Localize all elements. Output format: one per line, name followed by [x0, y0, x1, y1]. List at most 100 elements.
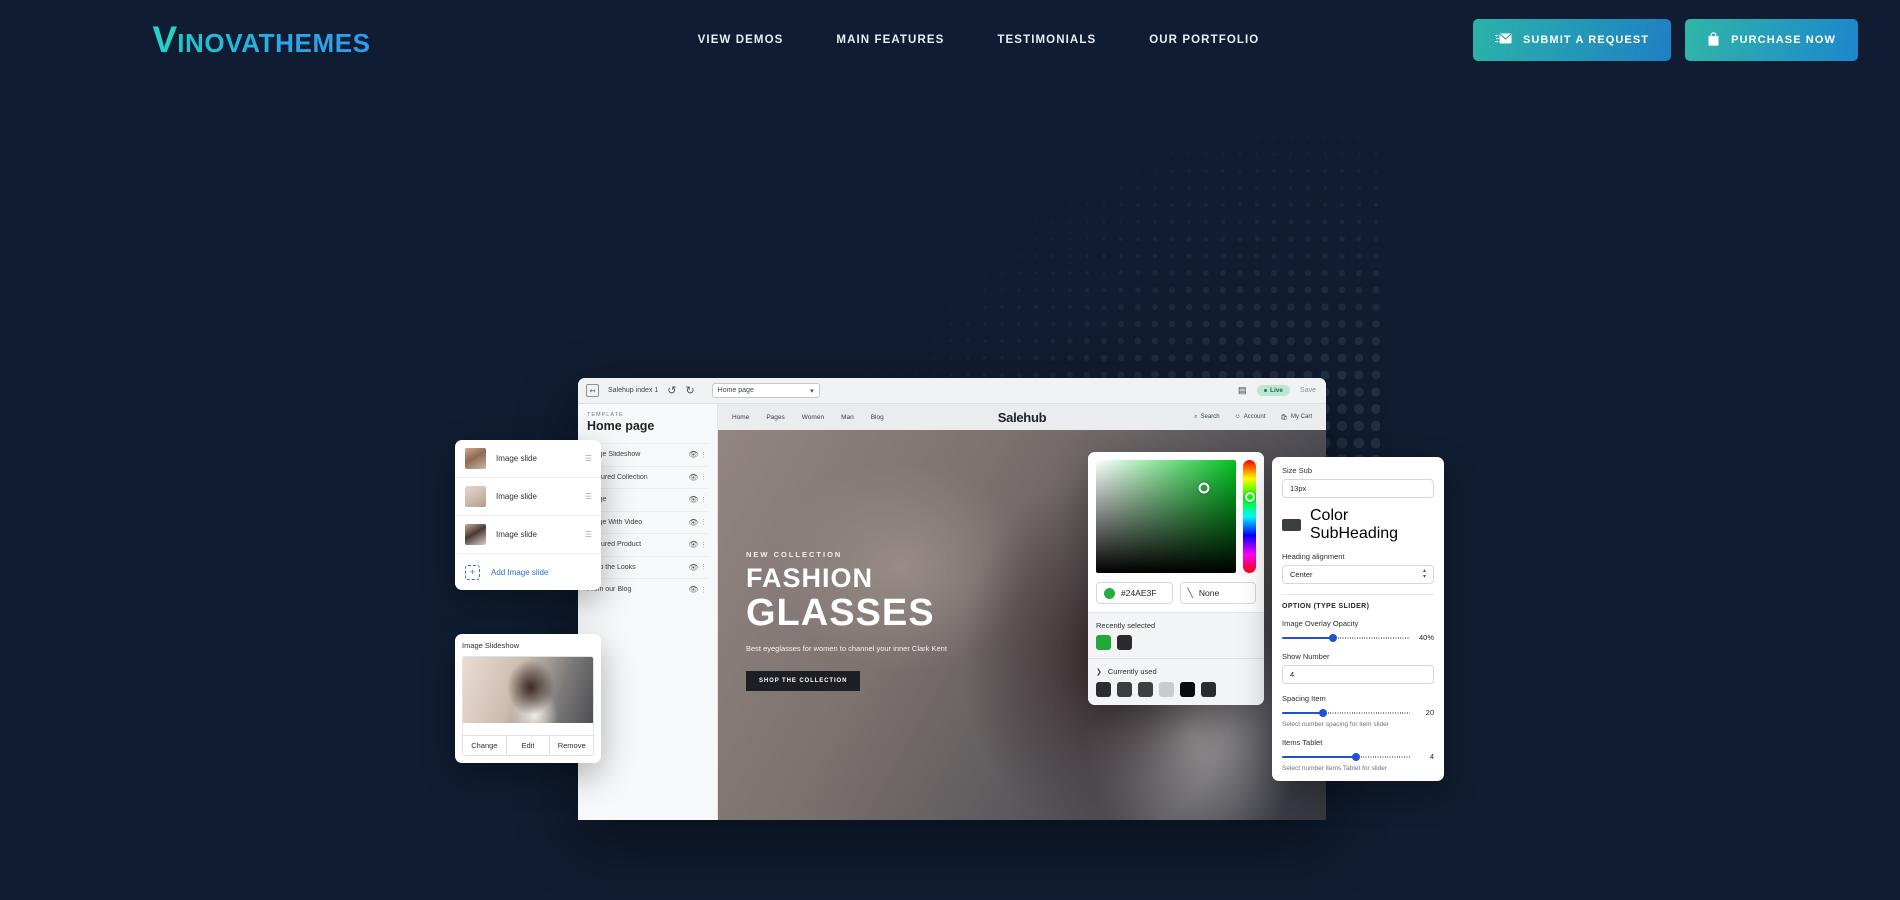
submit-request-button[interactable]: SUBMIT A REQUEST	[1472, 19, 1672, 61]
layer-row[interactable]: Image👁⋮	[587, 488, 708, 511]
save-button[interactable]: Save	[1300, 387, 1316, 394]
exit-icon[interactable]: ↤	[586, 384, 599, 397]
image-slide-row[interactable]: Image slide ☰	[455, 440, 601, 478]
drag-handle-icon[interactable]: ⋮	[699, 563, 708, 571]
storefront-action[interactable]: ☺ Account	[1235, 414, 1266, 420]
storefront-nav-item[interactable]: Home	[732, 414, 749, 421]
hero-cta-button[interactable]: SHOP THE COLLECTION	[746, 671, 861, 691]
eye-icon[interactable]: 👁	[688, 540, 699, 549]
size-sub-input[interactable]: 13px	[1282, 479, 1434, 498]
edit-button[interactable]: Edit	[507, 736, 551, 755]
layer-row[interactable]: Image Slideshow 👁 ⋮	[587, 443, 708, 466]
spacing-knob[interactable]	[1318, 708, 1327, 717]
page-select-dropdown[interactable]: Home page ▾	[711, 383, 820, 398]
used-color-swatch[interactable]	[1096, 682, 1111, 697]
eye-icon[interactable]: 👁	[688, 450, 699, 459]
currently-used-swatches	[1096, 682, 1256, 697]
image-overlay-opacity-slider[interactable]: 40%	[1282, 633, 1434, 642]
layer-row[interactable]: Shop the Looks 👁 ⋮	[587, 555, 708, 579]
drag-handle-icon[interactable]: ⋮	[699, 518, 708, 526]
layer-name: Featured Collection	[587, 473, 648, 481]
storefront-nav-item[interactable]: Man	[841, 414, 854, 421]
recent-color-swatch[interactable]	[1096, 635, 1111, 650]
storefront-action[interactable]: 🛍 My Cart	[1280, 414, 1312, 421]
show-number-value: 4	[1290, 670, 1295, 679]
eye-icon[interactable]: 👁	[688, 495, 699, 504]
nav-view-demos[interactable]: VIEW DEMOS	[698, 34, 784, 46]
eye-icon[interactable]: 👁	[688, 518, 699, 527]
drag-handle-icon[interactable]: ⋮	[699, 451, 708, 459]
undo-icon[interactable]: ↺	[667, 384, 676, 397]
color-subheading-swatch-icon[interactable]	[1282, 519, 1301, 531]
drag-handle-icon[interactable]: ⋮	[699, 586, 708, 594]
color-picker-top: #24AE3F ╲ None	[1088, 452, 1264, 612]
storefront-action[interactable]: ⌕ Search	[1194, 414, 1219, 421]
hue-handle[interactable]	[1244, 492, 1255, 503]
purchase-now-button[interactable]: PURCHASE NOW	[1685, 19, 1858, 61]
site-logo[interactable]: V INOVATHEMES	[151, 19, 371, 60]
hero-subtitle: Best eyeglasses for women to channel you…	[746, 644, 947, 653]
layer-row[interactable]: Image With Video 👁 ⋮	[587, 510, 708, 534]
items-tablet-slider[interactable]: 4	[1282, 752, 1434, 761]
color-subheading-row[interactable]: Color SubHeading	[1282, 507, 1434, 543]
saturation-value-area[interactable]	[1096, 460, 1236, 573]
hex-value-field[interactable]: #24AE3F	[1096, 582, 1173, 604]
heading-alignment-select[interactable]: Center ▴ ▾	[1282, 565, 1434, 584]
drag-handle-icon[interactable]: ☰	[585, 530, 592, 539]
slider-settings-panel: Size Sub 13px Color SubHeading Heading a…	[1272, 457, 1444, 781]
drag-handle-icon[interactable]: ⋮	[699, 496, 708, 504]
used-color-swatch[interactable]	[1201, 682, 1216, 697]
items-tablet-track[interactable]	[1282, 752, 1410, 761]
nav-main-features[interactable]: MAIN FEATURES	[836, 34, 944, 46]
chevron-right-icon: ❯	[1096, 668, 1102, 676]
used-color-swatch[interactable]	[1138, 682, 1153, 697]
image-slideshow-preview-panel: Image Slideshow Change Edit Remove	[455, 634, 601, 763]
recent-color-swatch[interactable]	[1117, 635, 1132, 650]
eye-icon[interactable]: 👁	[688, 585, 699, 594]
show-number-input[interactable]: 4	[1282, 665, 1434, 684]
image-slide-row[interactable]: Image slide ☰	[455, 516, 601, 554]
used-color-swatch[interactable]	[1159, 682, 1174, 697]
hero-content: NEW COLLECTION FASHION GLASSES Best eyeg…	[746, 550, 947, 691]
no-color-button[interactable]: ╲ None	[1179, 582, 1256, 604]
size-sub-value: 13px	[1290, 484, 1307, 493]
image-slide-row[interactable]: Image slide ☰	[455, 478, 601, 516]
currently-used-label: Currently used	[1107, 667, 1157, 676]
layer-row[interactable]: Featured Collection 👁 ⋮	[587, 465, 708, 489]
hue-slider[interactable]	[1243, 460, 1256, 573]
redo-icon[interactable]: ↻	[685, 384, 694, 397]
slide-label: Image slide	[496, 454, 537, 463]
currently-used-header[interactable]: ❯ Currently used	[1096, 667, 1256, 676]
eye-icon[interactable]: 👁	[688, 473, 699, 482]
slide-thumbnail	[465, 524, 486, 545]
drag-handle-icon[interactable]: ☰	[585, 454, 592, 463]
layer-row[interactable]: From our Blog 👁 ⋮	[587, 578, 708, 601]
eye-icon[interactable]: 👁	[688, 563, 699, 572]
used-color-swatch[interactable]	[1117, 682, 1132, 697]
nav-our-portfolio[interactable]: OUR PORTFOLIO	[1149, 34, 1259, 46]
add-image-slide-label: Add Image slide	[491, 567, 549, 577]
drag-handle-icon[interactable]: ⋮	[699, 541, 708, 549]
change-button[interactable]: Change	[463, 736, 507, 755]
storefront-nav-item[interactable]: Women	[802, 414, 824, 421]
saturation-handle[interactable]	[1198, 482, 1210, 494]
spacing-item-slider[interactable]: 20	[1282, 708, 1434, 717]
storefront-actions: ⌕ Search ☺ Account 🛍 My Cart	[1194, 414, 1312, 421]
remove-button[interactable]: Remove	[550, 736, 593, 755]
size-sub-label: Size Sub	[1282, 466, 1313, 475]
opacity-track[interactable]	[1282, 633, 1410, 642]
color-picker-canvases	[1096, 460, 1256, 573]
desktop-icon[interactable]: ▤	[1238, 385, 1247, 396]
opacity-knob[interactable]	[1329, 633, 1338, 642]
layer-name: Image	[587, 496, 688, 503]
spacing-track[interactable]	[1282, 708, 1410, 717]
used-color-swatch[interactable]	[1180, 682, 1195, 697]
storefront-nav-item[interactable]: Blog	[871, 414, 884, 421]
drag-handle-icon[interactable]: ⋮	[699, 473, 708, 481]
layer-row[interactable]: Featured Product 👁 ⋮	[587, 533, 708, 556]
storefront-nav-item[interactable]: Pages	[766, 414, 784, 421]
nav-testimonials[interactable]: TESTIMONIALS	[997, 34, 1096, 46]
drag-handle-icon[interactable]: ☰	[585, 492, 592, 501]
add-image-slide-button[interactable]: + Add Image slide	[455, 554, 601, 590]
items-tablet-knob[interactable]	[1352, 752, 1361, 761]
